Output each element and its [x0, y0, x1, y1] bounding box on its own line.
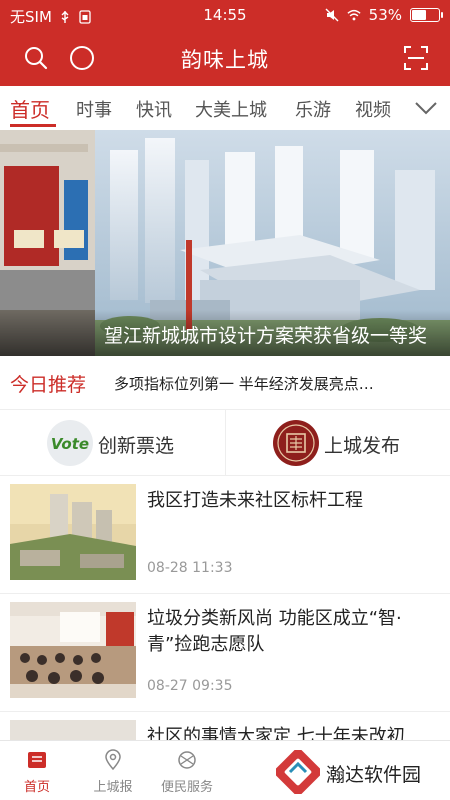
vote-logo-text: Vote — [51, 435, 89, 453]
mute-icon — [325, 8, 339, 22]
tab-beautiful-shangcheng[interactable]: 大美上城 — [195, 96, 267, 122]
location-icon — [105, 749, 121, 771]
watermark-logo-icon — [276, 750, 320, 794]
tab-current-affairs[interactable]: 时事 — [76, 96, 112, 122]
today-recommend-label: 今日推荐 — [10, 374, 87, 396]
status-right: 53% — [325, 6, 443, 24]
shortcut-innovation-vote-label: 创新票选 — [98, 435, 175, 457]
more-tabs-button[interactable] — [402, 86, 450, 130]
nav-convenience-service[interactable]: 便民服务 — [150, 741, 224, 800]
wifi-icon — [347, 9, 361, 21]
nav-home[interactable]: 首页 — [0, 741, 74, 800]
category-tabs: 首页 时事 快讯 大美上城 乐游 视频 — [0, 86, 450, 130]
shangcheng-seal-icon — [273, 420, 319, 466]
news-item[interactable]: 垃圾分类新风尚 功能区成立“智·青”捡跑志愿队 08-27 09:35 — [0, 594, 450, 712]
news-date: 08-27 09:35 — [147, 678, 233, 694]
nav-convenience-service-label: 便民服务 — [160, 780, 213, 795]
watermark-text: 瀚达软件园 — [326, 764, 422, 786]
tab-news-flash[interactable]: 快讯 — [136, 96, 172, 122]
nav-shangcheng-paper-label: 上城报 — [93, 780, 133, 795]
news-thumbnail — [10, 602, 136, 698]
tab-video[interactable]: 视频 — [355, 96, 391, 122]
news-title: 我区打造未来社区标杆工程 — [147, 490, 363, 511]
chevron-down-icon — [415, 102, 437, 115]
top-bar: 无SIM 14:55 53% 韵味上城 — [0, 0, 450, 86]
service-icon — [178, 751, 196, 769]
hero-banner[interactable]: 望江新城城市设计方案荣获省级一等奖 — [0, 130, 450, 356]
nav-shangcheng-paper[interactable]: 上城报 — [76, 741, 150, 800]
battery-icon — [410, 8, 443, 22]
tab-home[interactable]: 首页 — [10, 94, 50, 123]
shortcut-bar: Vote 创新票选 上城发布 — [0, 410, 450, 476]
app-header: 韵味上城 — [0, 30, 450, 86]
battery-percent: 53% — [368, 6, 402, 24]
vote-logo-icon: Vote — [47, 420, 93, 466]
news-title: 垃圾分类新风尚 功能区成立“智·青”捡跑志愿队 — [147, 608, 402, 655]
status-bar: 无SIM 14:55 53% — [0, 0, 450, 30]
shortcut-shangcheng-release-label: 上城发布 — [324, 435, 401, 457]
nav-home-label: 首页 — [23, 780, 50, 795]
news-thumbnail — [10, 484, 136, 580]
today-recommend[interactable]: 今日推荐 多项指标位列第一 半年经济发展亮点… — [0, 356, 450, 410]
watermark: 瀚达软件园 — [272, 746, 442, 796]
hero-caption: 望江新城城市设计方案荣获省级一等奖 — [104, 325, 428, 347]
shortcut-shangcheng-release[interactable]: 上城发布 — [225, 410, 449, 476]
battery-fill — [412, 10, 426, 20]
scan-icon[interactable] — [402, 44, 430, 72]
news-date: 08-28 11:33 — [147, 560, 233, 576]
tab-travel[interactable]: 乐游 — [295, 96, 331, 122]
app-title: 韵味上城 — [181, 48, 269, 72]
active-tab-indicator — [10, 124, 56, 127]
news-item[interactable]: 我区打造未来社区标杆工程 08-28 11:33 — [0, 476, 450, 594]
home-icon — [28, 752, 46, 768]
today-recommend-text: 多项指标位列第一 半年经济发展亮点… — [114, 375, 374, 393]
shortcut-innovation-vote[interactable]: Vote 创新票选 — [0, 410, 224, 476]
